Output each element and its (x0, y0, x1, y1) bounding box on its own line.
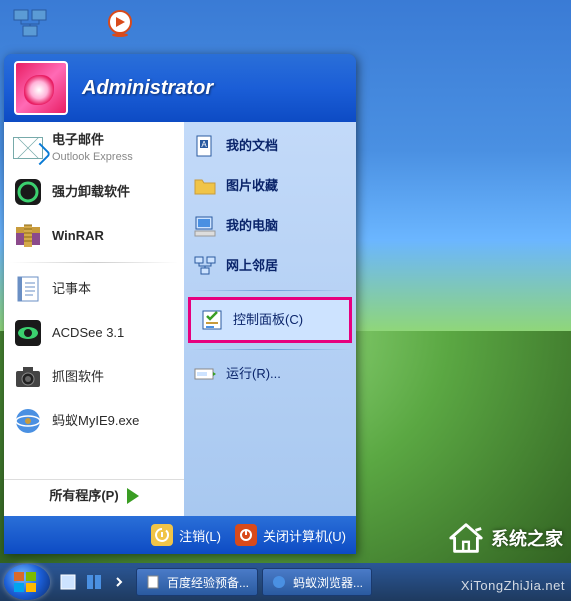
email-sublabel: Outlook Express (52, 151, 133, 163)
start-menu: Administrator 电子邮件 Outlook Express 强力卸载软… (4, 54, 356, 554)
my-documents-item[interactable]: A 我的文档 (184, 126, 356, 166)
start-menu-right-panel: A 我的文档 图片收藏 我的电脑 网上邻居 (184, 122, 356, 516)
start-menu-header: Administrator (4, 54, 356, 122)
run-item[interactable]: 运行(R)... (184, 354, 356, 394)
winrar-icon (12, 220, 44, 252)
quick-launch (56, 568, 132, 596)
user-name: Administrator (82, 77, 213, 100)
email-label: 电子邮件 (52, 132, 104, 147)
my-computer-item[interactable]: 我的电脑 (184, 206, 356, 246)
winrar-item[interactable]: WinRAR (4, 214, 184, 258)
globe-icon (271, 574, 287, 590)
start-menu-left-panel: 电子邮件 Outlook Express 强力卸载软件 WinRAR (4, 122, 184, 516)
ant-browser-icon (12, 405, 44, 437)
acdsee-item[interactable]: ACDSee 3.1 (4, 311, 184, 355)
camera-icon (12, 361, 44, 393)
folder-icon (192, 173, 218, 199)
start-menu-footer: 注销(L) 关闭计算机(U) (4, 516, 356, 554)
network-neighborhood-item[interactable]: 网上邻居 (184, 246, 356, 286)
watermark-url: XiTongZhiJia.net (461, 578, 565, 593)
document-icon: A (192, 133, 218, 159)
computer-icon (192, 213, 218, 239)
quick-launch-icon[interactable] (82, 568, 106, 596)
uninstaller-item[interactable]: 强力卸载软件 (4, 170, 184, 214)
avatar (14, 61, 68, 115)
email-item[interactable]: 电子邮件 Outlook Express (4, 126, 184, 170)
highlight-box: 控制面板(C) (188, 297, 352, 343)
file-icon (145, 574, 161, 590)
shutdown-button[interactable]: 关闭计算机(U) (235, 524, 346, 546)
arrow-right-icon (127, 488, 139, 504)
desktop-tray-icons (10, 8, 140, 38)
start-button[interactable] (4, 564, 50, 600)
shield-icon (12, 176, 44, 208)
shutdown-icon (235, 524, 257, 546)
watermark: 系统之家 (447, 519, 563, 557)
control-panel-icon (199, 307, 225, 333)
my-pictures-item[interactable]: 图片收藏 (184, 166, 356, 206)
email-icon (12, 132, 44, 164)
screenshot-item[interactable]: 抓图软件 (4, 355, 184, 399)
separator (190, 349, 350, 350)
myie9-item[interactable]: 蚂蚁MyIE9.exe (4, 399, 184, 443)
logoff-button[interactable]: 注销(L) (151, 524, 221, 546)
acdsee-icon (12, 317, 44, 349)
svg-text:A: A (201, 140, 207, 149)
taskbar-task-1[interactable]: 百度经验预备... (136, 568, 258, 596)
quick-launch-chevron[interactable] (108, 568, 132, 596)
separator (190, 290, 350, 291)
separator (10, 262, 178, 263)
notepad-item[interactable]: 记事本 (4, 267, 184, 311)
media-player-icon[interactable] (100, 8, 140, 38)
show-desktop-icon[interactable] (56, 568, 80, 596)
run-icon (192, 361, 218, 387)
all-programs-button[interactable]: 所有程序(P) (4, 479, 184, 512)
logoff-icon (151, 524, 173, 546)
control-panel-item[interactable]: 控制面板(C) (191, 300, 349, 340)
notepad-icon (12, 273, 44, 305)
network-places-icon (192, 253, 218, 279)
taskbar-task-2[interactable]: 蚂蚁浏览器... (262, 568, 372, 596)
house-icon (447, 519, 485, 557)
network-icon[interactable] (10, 8, 50, 38)
